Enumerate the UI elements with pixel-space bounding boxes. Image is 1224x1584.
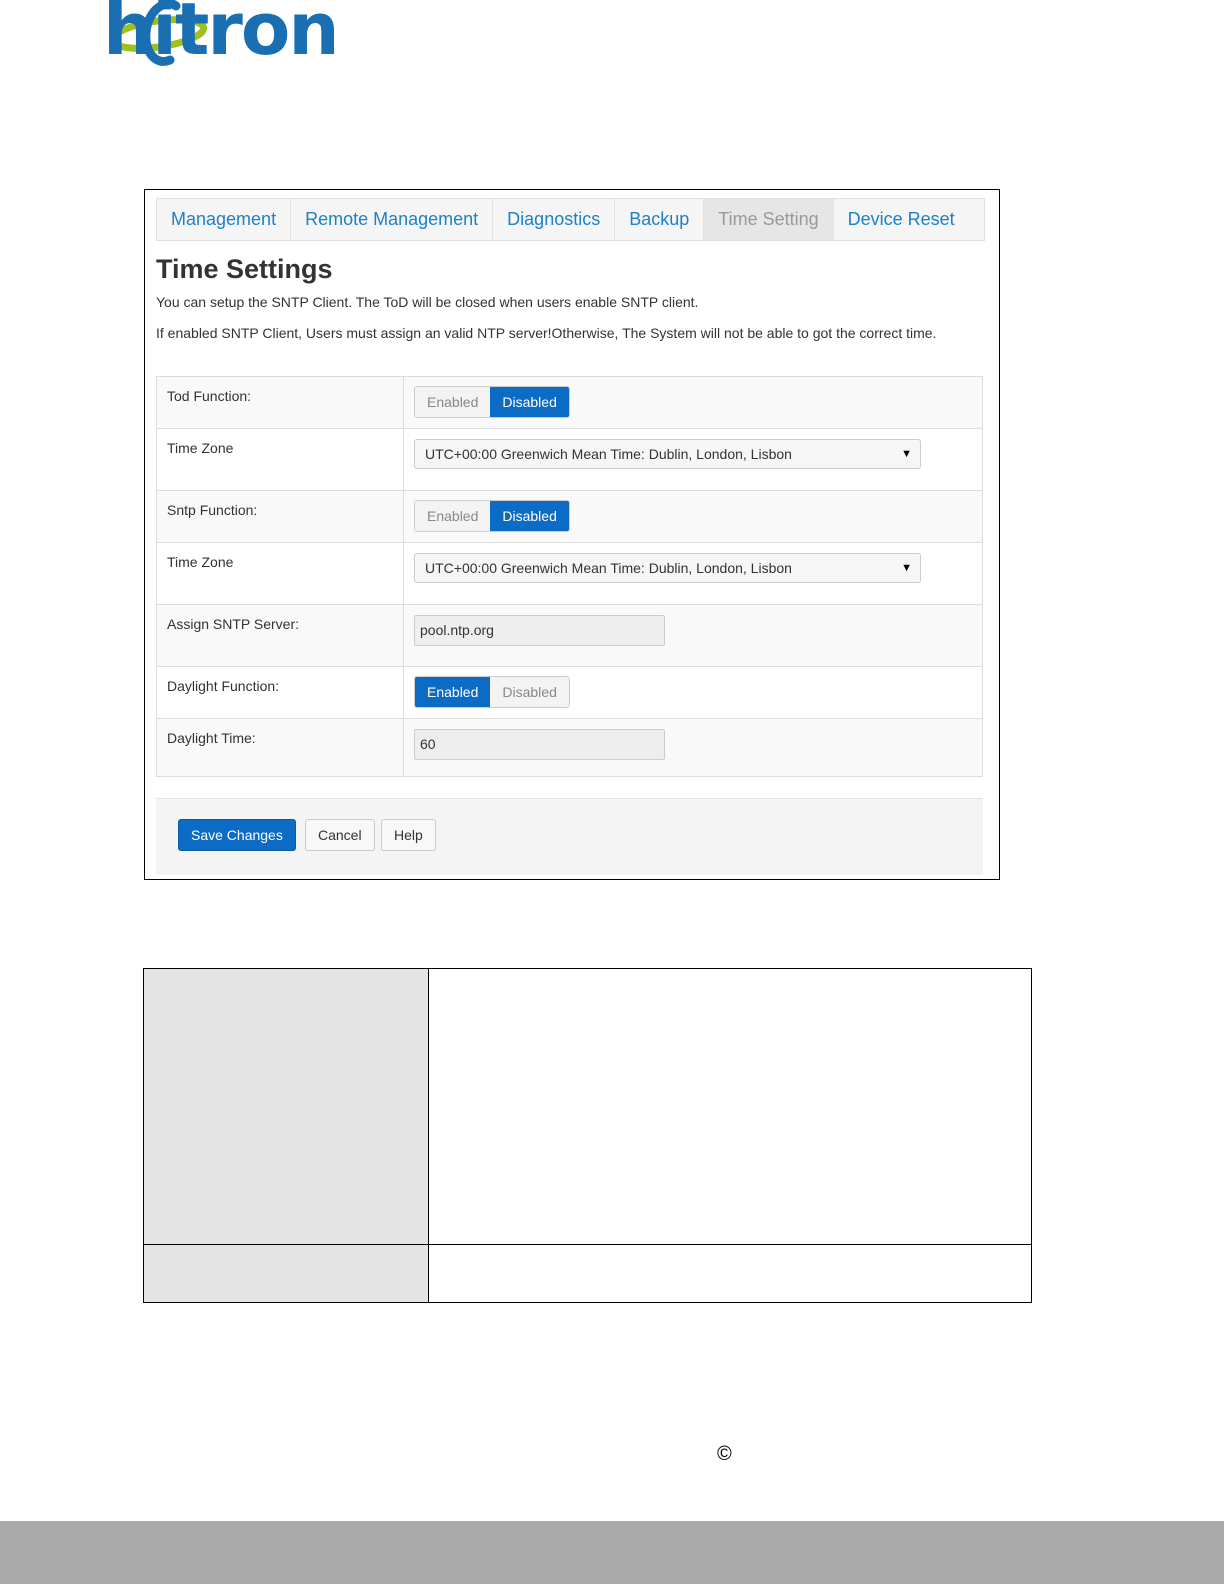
- logo-wordmark: hitron: [103, 0, 340, 71]
- tab-backup[interactable]: Backup: [615, 199, 705, 240]
- description-text: You can setup the SNTP Client. The ToD w…: [156, 294, 699, 310]
- dropdown-arrow-icon: ▼: [901, 448, 912, 460]
- sntp-server-label: Assign SNTP Server:: [167, 616, 300, 632]
- sntp-server-row: Assign SNTP Server: pool.ntp.org: [157, 605, 982, 667]
- time-zone-row-1: Time Zone UTC+00:00 Greenwich Mean Time:…: [157, 429, 982, 491]
- warning-text: If enabled SNTP Client, Users must assig…: [156, 325, 937, 341]
- table-label-cell: [144, 1244, 429, 1302]
- time-zone-select-1[interactable]: UTC+00:00 Greenwich Mean Time: Dublin, L…: [414, 439, 921, 469]
- field-description-table: [143, 968, 1032, 1303]
- tab-remote-management[interactable]: Remote Management: [291, 199, 494, 240]
- copyright-symbol: ©: [717, 1443, 732, 1465]
- save-changes-button[interactable]: Save Changes: [178, 819, 296, 851]
- time-zone-row-2: Time Zone UTC+00:00 Greenwich Mean Time:…: [157, 543, 982, 605]
- time-zone-label: Time Zone: [167, 440, 234, 456]
- dropdown-arrow-icon: ▼: [901, 562, 912, 574]
- settings-form: Tod Function: Enabled Disabled Time Zone…: [156, 376, 983, 777]
- table-value-cell: [429, 1244, 1031, 1302]
- time-zone-value: UTC+00:00 Greenwich Mean Time: Dublin, L…: [425, 446, 792, 462]
- footer-bar: [0, 1521, 1224, 1584]
- help-button[interactable]: Help: [381, 819, 436, 851]
- daylight-function-row: Daylight Function: Enabled Disabled: [157, 667, 982, 719]
- daylight-time-label: Daylight Time:: [167, 730, 256, 746]
- sntp-function-toggle: Enabled Disabled: [414, 500, 570, 532]
- daylight-enabled-option[interactable]: Enabled: [415, 677, 491, 707]
- tab-device-reset[interactable]: Device Reset: [834, 199, 969, 240]
- sntp-server-input[interactable]: pool.ntp.org: [414, 615, 665, 646]
- tab-diagnostics[interactable]: Diagnostics: [493, 199, 616, 240]
- sntp-function-label: Sntp Function:: [167, 502, 258, 518]
- sntp-enabled-option[interactable]: Enabled: [415, 501, 491, 531]
- tod-function-row: Tod Function: Enabled Disabled: [157, 377, 982, 429]
- daylight-time-row: Daylight Time: 60: [157, 719, 982, 776]
- tab-bar: Management Remote Management Diagnostics…: [156, 198, 985, 241]
- action-bar: Save Changes Cancel Help: [156, 798, 983, 875]
- table-value-cell: [429, 969, 1031, 1244]
- tab-management[interactable]: Management: [157, 199, 292, 240]
- tod-disabled-option[interactable]: Disabled: [490, 387, 569, 417]
- tod-function-label: Tod Function:: [167, 388, 252, 404]
- time-setting-panel: Management Remote Management Diagnostics…: [144, 189, 1000, 880]
- daylight-function-label: Daylight Function:: [167, 678, 280, 694]
- page-title: Time Settings: [156, 254, 333, 284]
- time-zone-value: UTC+00:00 Greenwich Mean Time: Dublin, L…: [425, 560, 792, 576]
- daylight-time-input[interactable]: 60: [414, 729, 665, 760]
- tod-function-toggle: Enabled Disabled: [414, 386, 570, 418]
- time-zone-label: Time Zone: [167, 554, 234, 570]
- daylight-function-toggle: Enabled Disabled: [414, 676, 570, 708]
- daylight-disabled-option[interactable]: Disabled: [490, 677, 569, 707]
- sntp-disabled-option[interactable]: Disabled: [490, 501, 569, 531]
- table-label-cell: [144, 969, 429, 1244]
- cancel-button[interactable]: Cancel: [305, 819, 375, 851]
- sntp-function-row: Sntp Function: Enabled Disabled: [157, 491, 982, 543]
- tod-enabled-option[interactable]: Enabled: [415, 387, 491, 417]
- tab-time-setting[interactable]: Time Setting: [704, 199, 834, 240]
- time-zone-select-2[interactable]: UTC+00:00 Greenwich Mean Time: Dublin, L…: [414, 553, 921, 583]
